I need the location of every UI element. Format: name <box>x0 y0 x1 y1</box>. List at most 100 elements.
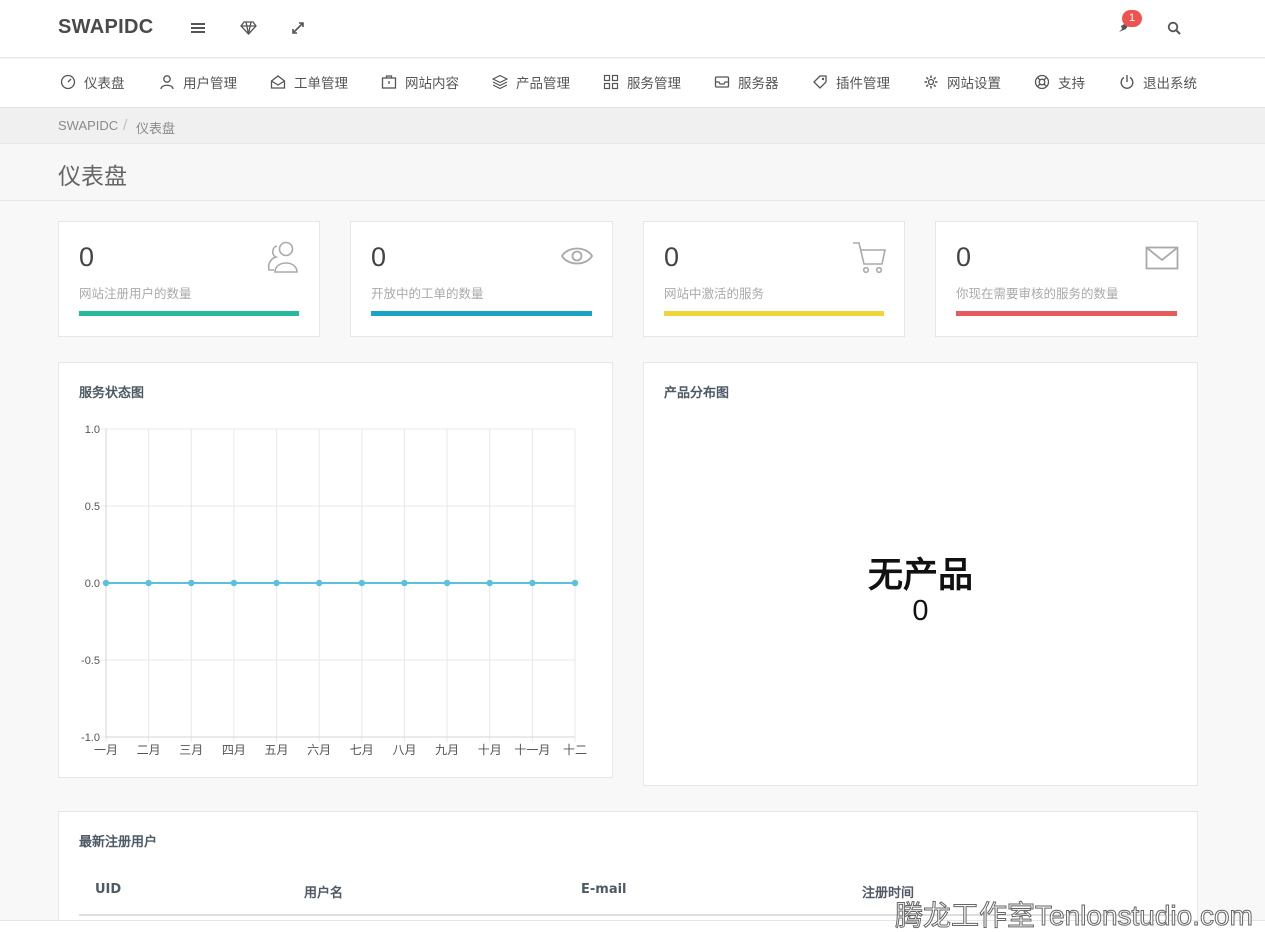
user-icon <box>160 75 174 90</box>
data-point <box>529 579 536 587</box>
nav-label: 退出系统 <box>1143 76 1197 92</box>
stat-color-bar <box>371 311 592 316</box>
stat-color-bar <box>79 311 299 316</box>
data-point <box>486 579 493 587</box>
stat-label: 你现在需要审核的服务的数量 <box>956 286 1119 301</box>
nav-item-plugins[interactable]: 插件管理 <box>812 59 890 105</box>
product-distribution-panel: 产品分布图 无产品 0 <box>643 362 1198 786</box>
y-tick-label: 1.0 <box>85 424 100 436</box>
stat-color-bar <box>664 311 884 316</box>
tag-icon <box>813 75 827 89</box>
eye-icon <box>560 247 594 265</box>
service-status-chart[interactable]: 1.00.50.0-0.5-1.0一月 二月 三月 四月 五月 六月 七月 八月 九月 十月 十一月… <box>59 363 612 777</box>
column-header-username[interactable]: 用户名 <box>304 882 343 901</box>
x-tick-label: 七月 <box>350 743 374 757</box>
column-header-uid[interactable]: UID <box>95 882 121 897</box>
data-point <box>230 579 238 587</box>
stat-card-pending-review: 0 你现在需要审核的服务的数量 <box>935 221 1198 337</box>
nav-label: 用户管理 <box>183 76 237 92</box>
y-tick-label: 0.0 <box>85 578 100 590</box>
nav-item-logout[interactable]: 退出系统 <box>1119 59 1197 105</box>
watermark: 腾龙工作室Tenlonstudio.com <box>895 900 1254 932</box>
mail-icon <box>1145 246 1179 270</box>
drawer-icon <box>714 76 730 88</box>
stat-value: 0 <box>371 242 387 272</box>
nav-label: 支持 <box>1058 76 1085 92</box>
breadcrumb-current: 仪表盘 <box>136 121 176 136</box>
x-tick-label: 八月 <box>392 743 416 757</box>
nav-item-users[interactable]: 用户管理 <box>159 59 237 105</box>
users-icon <box>267 241 298 273</box>
power-icon <box>1120 75 1134 89</box>
stat-card-tickets: 0 开放中的工单的数量 <box>350 221 613 337</box>
stat-color-bar <box>956 311 1177 316</box>
diamond-icon[interactable] <box>236 16 260 40</box>
stat-value: 0 <box>79 242 95 272</box>
nav-item-products[interactable]: 产品管理 <box>492 59 570 105</box>
nav-label: 仪表盘 <box>84 76 125 92</box>
briefcase-icon <box>381 75 397 89</box>
x-tick-label: 三月 <box>179 743 203 757</box>
y-tick-label: 0.5 <box>85 501 100 513</box>
data-point <box>571 579 579 587</box>
nav-item-servers[interactable]: 服务器 <box>714 59 779 105</box>
nav-item-site-content[interactable]: 网站内容 <box>381 59 459 105</box>
data-point <box>145 579 152 587</box>
nav-label: 服务管理 <box>627 76 681 92</box>
nav-item-services[interactable]: 服务管理 <box>603 59 681 105</box>
stat-value: 0 <box>664 242 680 272</box>
notification-badge: 1 <box>1122 10 1142 27</box>
data-point <box>102 579 110 587</box>
panel-title: 产品分布图 <box>664 386 730 401</box>
nav-item-dashboard[interactable]: 仪表盘 <box>60 59 125 105</box>
nav-label: 产品管理 <box>516 76 570 92</box>
page-title: 仪表盘 <box>58 164 127 190</box>
top-bar: SWAPIDC 1 <box>0 0 1265 58</box>
search-icon[interactable] <box>1162 16 1186 40</box>
x-tick-label: 九月 <box>435 743 459 757</box>
inbox-icon <box>270 75 286 89</box>
column-header-email[interactable]: E-mail <box>581 882 627 897</box>
stat-card-active-services: 0 网站中激活的服务 <box>643 221 905 337</box>
empty-state-count: 0 <box>912 595 929 627</box>
service-status-panel: 服务状态图 1.0 0.5 0.0 -0.5 -1.0 一月 二月 三月 四月 五月 六月 七月 八月九… <box>58 362 613 778</box>
nav-item-settings[interactable]: 网站设置 <box>923 59 1001 105</box>
gear-icon <box>924 75 938 89</box>
panel-title: 最新注册用户 <box>79 835 158 850</box>
fullscreen-icon[interactable] <box>286 16 310 40</box>
x-tick-label: 四月 <box>222 743 246 757</box>
cart-icon <box>853 242 886 274</box>
stat-label: 网站中激活的服务 <box>664 286 765 301</box>
brand-logo[interactable]: SWAPIDC <box>58 16 153 39</box>
x-tick-label: 六月 <box>307 743 331 757</box>
breadcrumb-separator: / <box>123 118 128 133</box>
nav-item-support[interactable]: 支持 <box>1034 59 1085 105</box>
layers-icon <box>492 74 508 90</box>
empty-state-title: 无产品 <box>867 556 973 596</box>
breadcrumb: SWAPIDC / 仪表盘 <box>0 108 1265 144</box>
x-tick-label: 一月 <box>94 743 118 757</box>
dashboard-icon <box>60 74 76 90</box>
nav-item-tickets[interactable]: 工单管理 <box>270 59 348 105</box>
main-nav: 仪表盘 用户管理 工单管理 网站内容 产品管理 服务管理 服务器 插件管理 网站… <box>0 59 1265 108</box>
data-point <box>188 579 195 587</box>
menu-icon[interactable] <box>186 16 210 40</box>
nav-label: 插件管理 <box>836 76 890 92</box>
x-tick-label: 十二 <box>563 743 587 757</box>
nav-label: 工单管理 <box>294 76 348 92</box>
data-point <box>401 579 408 587</box>
data-point <box>358 579 366 587</box>
breadcrumb-home[interactable]: SWAPIDC <box>58 118 118 133</box>
x-tick-label: 二月 <box>137 743 161 757</box>
nav-label: 网站设置 <box>947 76 1001 92</box>
nav-label: 服务器 <box>738 76 779 92</box>
stat-value: 0 <box>956 242 972 272</box>
stat-label: 开放中的工单的数量 <box>371 286 484 301</box>
stat-label: 网站注册用户的数量 <box>79 286 192 301</box>
stat-card-users: 0 网站注册用户的数量 <box>58 221 320 337</box>
x-tick-label: 十月 <box>478 743 502 757</box>
x-tick-label: 十一月 <box>514 743 550 757</box>
y-tick-label: -0.5 <box>81 655 100 667</box>
data-point <box>315 579 323 587</box>
data-point <box>273 579 280 587</box>
